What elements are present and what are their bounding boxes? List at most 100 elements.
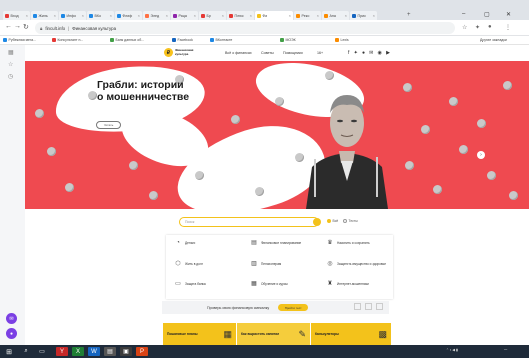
bookmark-item[interactable]: Facebook: [172, 38, 193, 42]
category-item[interactable]: ▭ Защита банка: [174, 281, 240, 289]
bookmark-item[interactable]: ВКонтакте: [210, 38, 232, 42]
radio-icon: [327, 219, 331, 223]
category-item[interactable]: ♛ Накопить и сохранить: [326, 240, 390, 248]
messenger-icon[interactable]: ✉: [6, 313, 17, 324]
close-icon[interactable]: ×: [289, 13, 291, 18]
bookmark-item[interactable]: Банк данных об...: [110, 38, 144, 42]
extensions-icon[interactable]: ✦: [475, 24, 480, 31]
close-icon[interactable]: ×: [110, 13, 112, 18]
category-item[interactable]: ⬡ Жить в долг: [174, 261, 240, 269]
menu-icon[interactable]: ⋮: [505, 24, 511, 31]
close-icon[interactable]: ×: [317, 13, 319, 18]
minimize-icon[interactable]: –: [462, 11, 465, 17]
close-icon[interactable]: ×: [166, 13, 168, 18]
close-icon[interactable]: ×: [222, 13, 224, 18]
close-icon[interactable]: ×: [82, 13, 84, 18]
coin-icon: [88, 91, 97, 100]
url-input[interactable]: 🔒︎ fincult.info | Финансовая культура: [35, 22, 455, 34]
tab-favicon-icon: [352, 13, 356, 18]
nav-link[interactable]: Советы: [261, 51, 274, 55]
browser-tab[interactable]: Элед ×: [143, 11, 170, 20]
bookmark-star-icon[interactable]: ☆: [462, 24, 467, 31]
browser-tab[interactable]: Ана ×: [322, 11, 349, 20]
history-icon[interactable]: ◷: [8, 73, 13, 80]
nav-link[interactable]: Всё о финансах: [225, 51, 252, 55]
browser-tab[interactable]: Раца ×: [171, 11, 198, 20]
other-bookmarks[interactable]: Другие закладки: [480, 38, 507, 42]
assistant-icon[interactable]: ●: [6, 328, 17, 339]
site-logo[interactable]: ₽ Финансовая культура: [164, 48, 193, 57]
browser-tab[interactable]: Жиль ×: [31, 11, 58, 20]
profile-icon[interactable]: ●: [488, 24, 492, 30]
os-taskbar: ⊞ ⌕ ▭ Y X W ▤ ▣ P ⌃ ▪ ◀ ▮ —: [0, 345, 529, 358]
nav-link[interactable]: Помощники: [283, 51, 303, 55]
back-icon[interactable]: ←: [5, 23, 12, 30]
browser-tab[interactable]: Прис ×: [350, 11, 377, 20]
hero-read-button[interactable]: Читать: [96, 121, 121, 129]
close-icon[interactable]: ×: [345, 13, 347, 18]
browser-tab[interactable]: Вход ×: [3, 11, 30, 20]
word-icon[interactable]: W: [88, 347, 100, 356]
browser-tab-active[interactable]: Фи ×: [255, 11, 293, 20]
category-item[interactable]: ◎ Защитить имущество и здоровье: [326, 261, 390, 269]
search-filter-tests[interactable]: Тесты: [343, 219, 358, 223]
category-item[interactable]: ♜ Интернет-мошенники: [326, 281, 390, 289]
category-item[interactable]: ▤ Финансовое планирование: [250, 240, 316, 248]
excel-icon[interactable]: X: [72, 347, 84, 356]
promo-card[interactable]: Калькуляторы ▩: [311, 323, 391, 345]
yandex-browser-icon[interactable]: Y: [56, 347, 68, 356]
close-icon[interactable]: ×: [250, 13, 252, 18]
powerpoint-icon[interactable]: P: [136, 347, 148, 356]
search-icon[interactable]: ⌕: [20, 347, 32, 356]
browser-tab[interactable]: Бр ×: [199, 11, 226, 20]
site-search-input[interactable]: Поиск: [179, 217, 319, 227]
close-icon[interactable]: ×: [26, 13, 28, 18]
coin-icon: [325, 71, 334, 80]
app-icon[interactable]: ▣: [120, 347, 132, 356]
browser-tab[interactable]: Инфо ×: [59, 11, 86, 20]
bookmark-item[interactable]: Консультант п...: [52, 38, 83, 42]
coin-icon: [449, 97, 458, 106]
forward-icon[interactable]: →: [14, 23, 21, 30]
bookmark-item[interactable]: Lexis: [335, 38, 349, 42]
browser-tab[interactable]: Реко ×: [294, 11, 321, 20]
file-explorer-icon[interactable]: ▤: [104, 347, 116, 356]
maximize-icon[interactable]: ▢: [484, 11, 490, 18]
bookmark-item[interactable]: Рубежная мега...: [3, 38, 36, 42]
close-window-icon[interactable]: ✕: [506, 11, 511, 18]
close-icon[interactable]: ×: [54, 13, 56, 18]
promo-card[interactable]: Пошаговые планы ▦: [163, 323, 236, 345]
browser-tab[interactable]: ВКо ×: [87, 11, 114, 20]
reload-icon[interactable]: ↻: [23, 23, 29, 31]
start-quiz-button[interactable]: Пройти тест: [278, 304, 309, 311]
coin-icon: [255, 187, 264, 196]
close-icon[interactable]: ×: [373, 13, 375, 18]
coin-icon: [403, 83, 412, 92]
system-tray[interactable]: ⌃ ▪ ◀ ▮: [446, 348, 458, 352]
shield-icon: ◎: [327, 261, 333, 268]
quiz-card-icon: [376, 303, 383, 310]
slider-next-button[interactable]: ›: [477, 151, 485, 159]
age-badge: 16+: [317, 51, 324, 55]
close-icon[interactable]: ×: [194, 13, 196, 18]
search-button[interactable]: [313, 218, 321, 226]
star-icon[interactable]: ☆: [8, 61, 13, 68]
category-item[interactable]: ▦ Обучение и курсы: [250, 281, 316, 289]
browser-sidebar: ▦ ☆ ◷ ✉ ●: [0, 45, 25, 345]
browser-tab[interactable]: Плюс ×: [227, 11, 254, 20]
ruble-icon: ₽: [164, 48, 173, 57]
windows-start-icon[interactable]: ⊞: [3, 347, 15, 356]
browser-tab[interactable]: Флиф ×: [115, 11, 142, 20]
hero-banner[interactable]: Грабли: истории о мошенничестве Читать ›: [25, 61, 529, 209]
category-item[interactable]: ▥ Пенсионерам: [250, 261, 316, 269]
close-icon[interactable]: ×: [138, 13, 140, 18]
category-item[interactable]: ◔ Деньги: [174, 240, 240, 248]
grid-icon[interactable]: ▦: [8, 49, 14, 56]
promo-card[interactable]: Как вырастить капитал ✎: [237, 323, 310, 345]
new-tab-button[interactable]: +: [407, 12, 411, 18]
social-icons[interactable]: f ✦ ● ✉ ◉ ▶: [348, 50, 391, 56]
task-view-icon[interactable]: ▭: [36, 347, 48, 356]
credit-icon: ⬡: [175, 261, 181, 268]
bookmark-item[interactable]: МОЭК: [280, 38, 296, 42]
search-filter-all[interactable]: Всё: [327, 219, 338, 223]
